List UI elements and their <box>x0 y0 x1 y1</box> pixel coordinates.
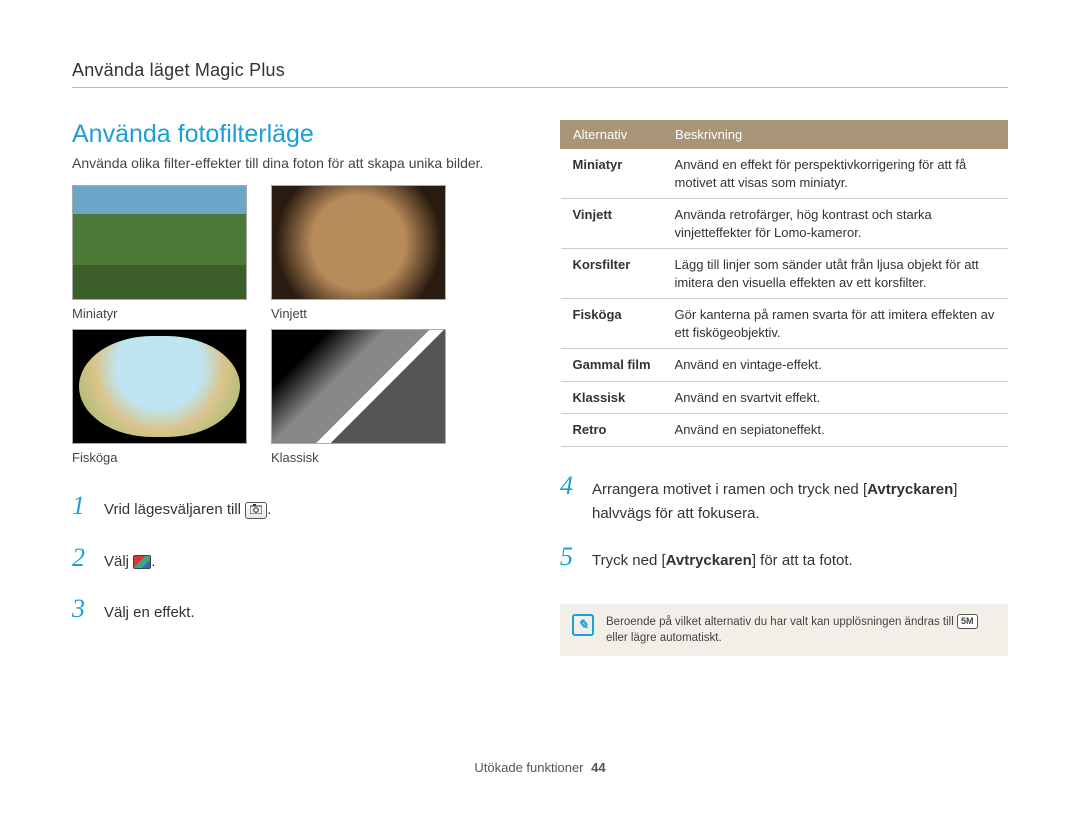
option-desc: Använd en sepiatoneffekt. <box>663 414 1008 447</box>
right-column: Alternativ Beskrivning MiniatyrAnvänd en… <box>560 120 1008 656</box>
table-row: FiskögaGör kanterna på ramen svarta för … <box>561 299 1008 349</box>
thumbnail-grid: Miniatyr Vinjett Fisköga Klassisk <box>72 185 520 465</box>
resolution-badge: 5M <box>957 614 978 629</box>
steps-right: 4 Arrangera motivet i ramen och tryck ne… <box>560 465 1008 578</box>
thumb-miniatyr-image <box>72 185 247 300</box>
note-text: Beroende på vilket alternativ du har val… <box>606 614 996 646</box>
option-name: Gammal film <box>561 349 663 382</box>
option-desc: Lägg till linjer som sänder utåt från lj… <box>663 249 1008 299</box>
step-4-number: 4 <box>560 465 580 507</box>
thumb-miniatyr: Miniatyr <box>72 185 247 321</box>
step-5: 5 Tryck ned [Avtryckaren] för att ta fot… <box>560 536 1008 578</box>
thumb-vinjett: Vinjett <box>271 185 446 321</box>
option-desc: Använda retrofärger, hög kontrast och st… <box>663 199 1008 249</box>
option-name: Vinjett <box>561 199 663 249</box>
table-row: KlassiskAnvänd en svartvit effekt. <box>561 381 1008 414</box>
section-title: Använda fotofilterläge <box>72 120 520 149</box>
step-5-text: Tryck ned [Avtryckaren] för att ta fotot… <box>592 549 853 573</box>
table-row: RetroAnvänd en sepiatoneffekt. <box>561 414 1008 447</box>
step-3-number: 3 <box>72 588 92 630</box>
step-1-text: Vrid lägesväljaren till . <box>104 498 271 522</box>
footer-label: Utökade funktioner <box>474 760 583 775</box>
page-footer: Utökade funktioner 44 <box>0 760 1080 775</box>
thumb-klassisk-image <box>271 329 446 444</box>
step-2: 2 Välj . <box>72 537 520 579</box>
step-5-number: 5 <box>560 536 580 578</box>
option-name: Korsfilter <box>561 249 663 299</box>
option-desc: Gör kanterna på ramen svarta för att imi… <box>663 299 1008 349</box>
page-number: 44 <box>591 760 605 775</box>
intro-text: Använda olika filter-effekter till dina … <box>72 155 520 171</box>
table-row: Gammal filmAnvänd en vintage-effekt. <box>561 349 1008 382</box>
breadcrumb: Använda läget Magic Plus <box>72 60 1008 88</box>
step-1-number: 1 <box>72 485 92 527</box>
step-4-text: Arrangera motivet i ramen och tryck ned … <box>592 478 1008 526</box>
thumb-vinjett-image <box>271 185 446 300</box>
thumb-klassisk-caption: Klassisk <box>271 450 446 465</box>
th-alternativ: Alternativ <box>561 121 663 149</box>
option-name: Fisköga <box>561 299 663 349</box>
table-row: MiniatyrAnvänd en effekt för perspektivk… <box>561 149 1008 199</box>
option-name: Miniatyr <box>561 149 663 199</box>
step-4: 4 Arrangera motivet i ramen och tryck ne… <box>560 465 1008 526</box>
thumb-fiskoga: Fisköga <box>72 329 247 465</box>
options-table: Alternativ Beskrivning MiniatyrAnvänd en… <box>560 120 1008 447</box>
thumb-fiskoga-image <box>72 329 247 444</box>
table-row: KorsfilterLägg till linjer som sänder ut… <box>561 249 1008 299</box>
step-1: 1 Vrid lägesväljaren till . <box>72 485 520 527</box>
th-beskrivning: Beskrivning <box>663 121 1008 149</box>
step-3-text: Välj en effekt. <box>104 601 195 625</box>
thumb-klassisk: Klassisk <box>271 329 446 465</box>
note-box: ✎ Beroende på vilket alternativ du har v… <box>560 604 1008 656</box>
option-desc: Använd en svartvit effekt. <box>663 381 1008 414</box>
steps-left: 1 Vrid lägesväljaren till . 2 Välj . <box>72 485 520 630</box>
camera-icon <box>245 502 267 519</box>
option-name: Klassisk <box>561 381 663 414</box>
thumb-vinjett-caption: Vinjett <box>271 306 446 321</box>
left-column: Använda fotofilterläge Använda olika fil… <box>72 120 520 656</box>
option-desc: Använd en effekt för perspektivkorrigeri… <box>663 149 1008 199</box>
step-2-text: Välj . <box>104 550 155 574</box>
step-2-number: 2 <box>72 537 92 579</box>
thumb-fiskoga-caption: Fisköga <box>72 450 247 465</box>
option-desc: Använd en vintage-effekt. <box>663 349 1008 382</box>
note-icon: ✎ <box>572 614 594 636</box>
table-row: VinjettAnvända retrofärger, hög kontrast… <box>561 199 1008 249</box>
thumb-miniatyr-caption: Miniatyr <box>72 306 247 321</box>
option-name: Retro <box>561 414 663 447</box>
step-3: 3 Välj en effekt. <box>72 588 520 630</box>
photo-mode-icon <box>133 555 151 569</box>
